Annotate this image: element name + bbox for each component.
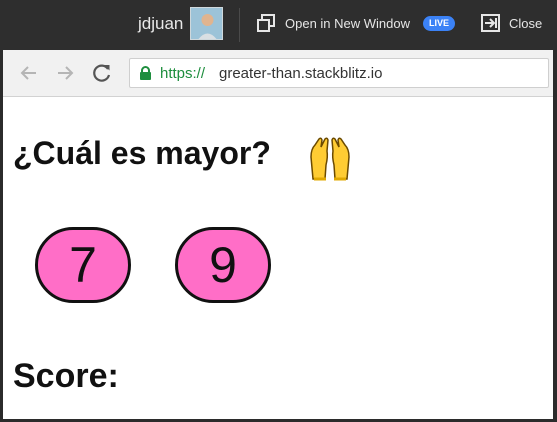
- url-host: greater-than.stackblitz.io: [219, 65, 383, 82]
- topbar-divider: [239, 8, 240, 42]
- page-title: ¿Cuál es mayor?: [13, 135, 271, 171]
- close-icon[interactable]: [480, 13, 501, 33]
- address-bar[interactable]: https:// greater-than.stackblitz.io: [129, 58, 549, 88]
- open-in-new-window-link[interactable]: Open in New Window: [285, 16, 410, 31]
- raised-hands-icon: [305, 135, 355, 181]
- forward-arrow-icon[interactable]: [55, 63, 75, 83]
- open-window-icon[interactable]: [256, 13, 276, 33]
- live-badge: LIVE: [423, 16, 456, 31]
- number-button-right[interactable]: 9: [175, 227, 271, 303]
- score-label: Score:: [13, 357, 119, 395]
- back-arrow-icon[interactable]: [19, 63, 39, 83]
- browser-navbar: https:// greater-than.stackblitz.io: [3, 50, 553, 97]
- close-button[interactable]: Close: [509, 16, 542, 31]
- url-scheme: https://: [160, 65, 206, 82]
- browser-window: https:// greater-than.stackblitz.io ¿Cuá…: [3, 50, 553, 419]
- user-avatar[interactable]: [190, 7, 223, 40]
- user-name[interactable]: jdjuan: [138, 14, 183, 34]
- reload-icon[interactable]: [91, 62, 113, 84]
- stackblitz-topbar: jdjuan Open in New Window LIVE Close: [0, 0, 557, 50]
- lock-icon: [139, 66, 152, 81]
- number-button-left[interactable]: 7: [35, 227, 131, 303]
